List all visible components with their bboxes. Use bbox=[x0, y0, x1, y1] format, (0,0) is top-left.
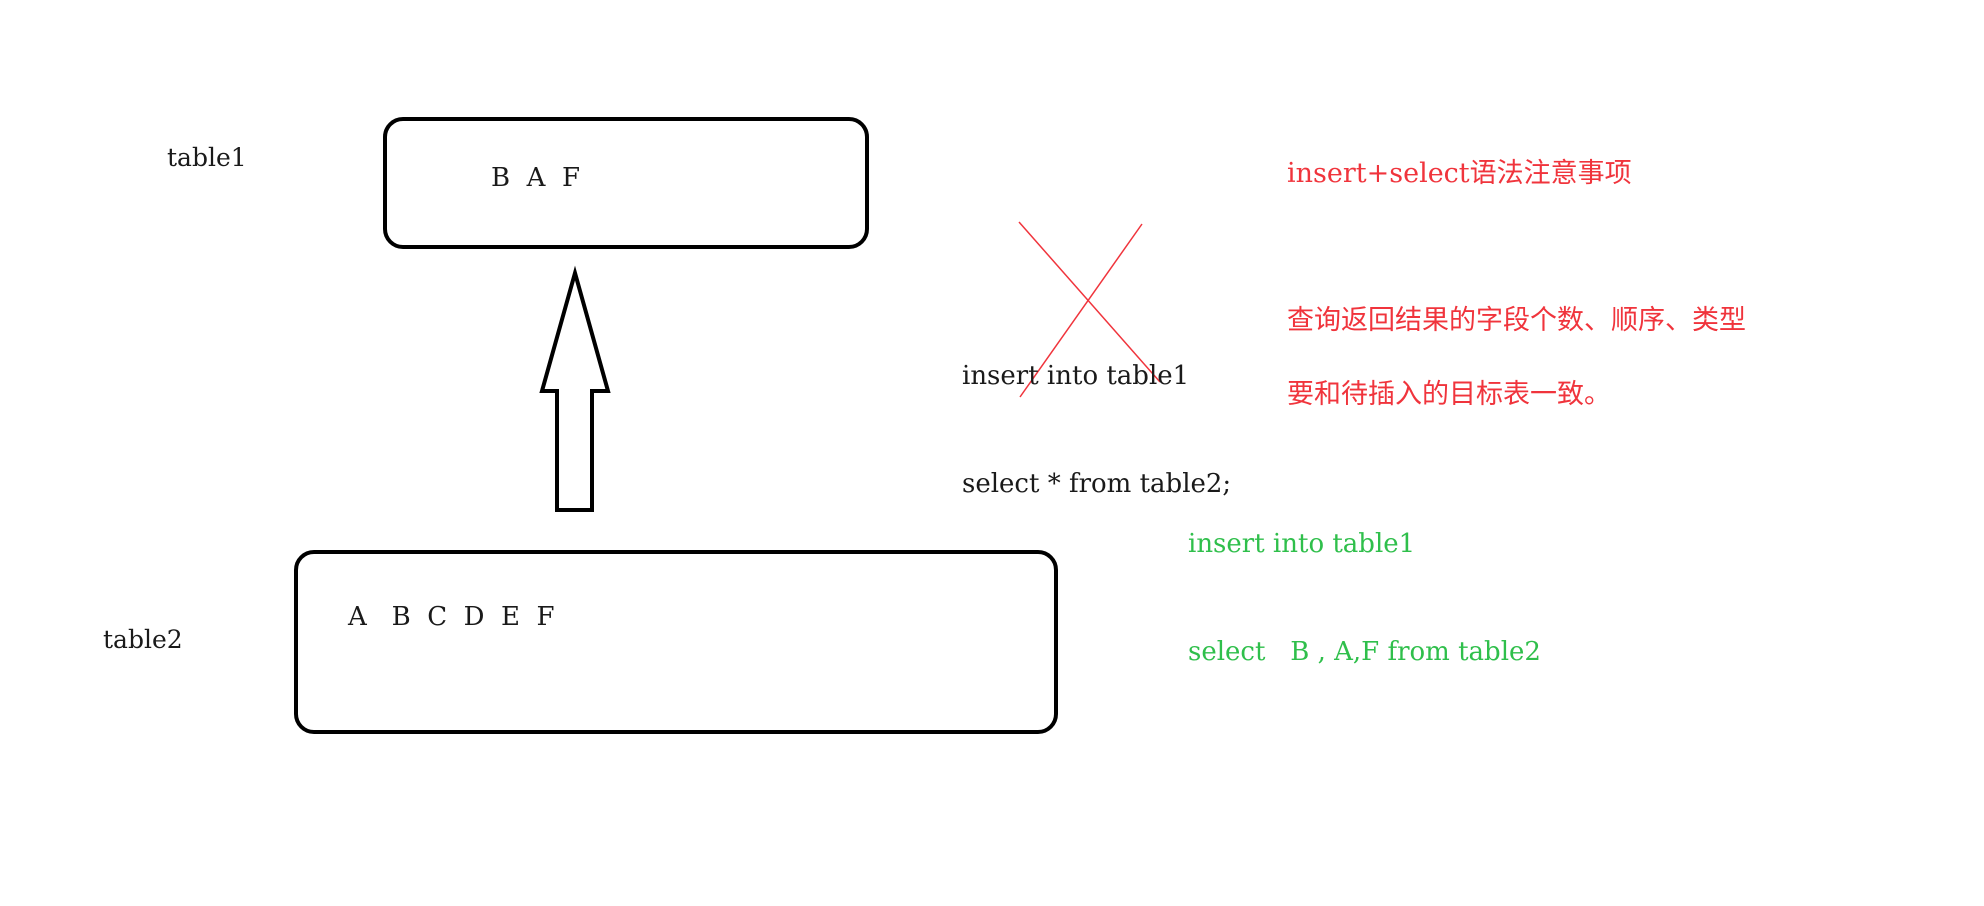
up-arrow-icon bbox=[539, 265, 611, 512]
syntax-note: insert+select语法注意事项 查询返回结果的字段个数、顺序、类型 要和… bbox=[1287, 119, 1746, 432]
wrong-sql-line1: insert into table1 bbox=[962, 361, 1190, 391]
note-line2: 要和待插入的目标表一致。 bbox=[1287, 379, 1611, 410]
correct-sql-line1: insert into table1 bbox=[1188, 529, 1416, 559]
note-title: insert+select语法注意事项 bbox=[1287, 158, 1632, 189]
note-line1: 查询返回结果的字段个数、顺序、类型 bbox=[1287, 305, 1746, 336]
correct-sql: insert into table1 select B , A,F from t… bbox=[1188, 454, 1541, 706]
correct-sql-line2: select B , A,F from table2 bbox=[1188, 637, 1541, 667]
